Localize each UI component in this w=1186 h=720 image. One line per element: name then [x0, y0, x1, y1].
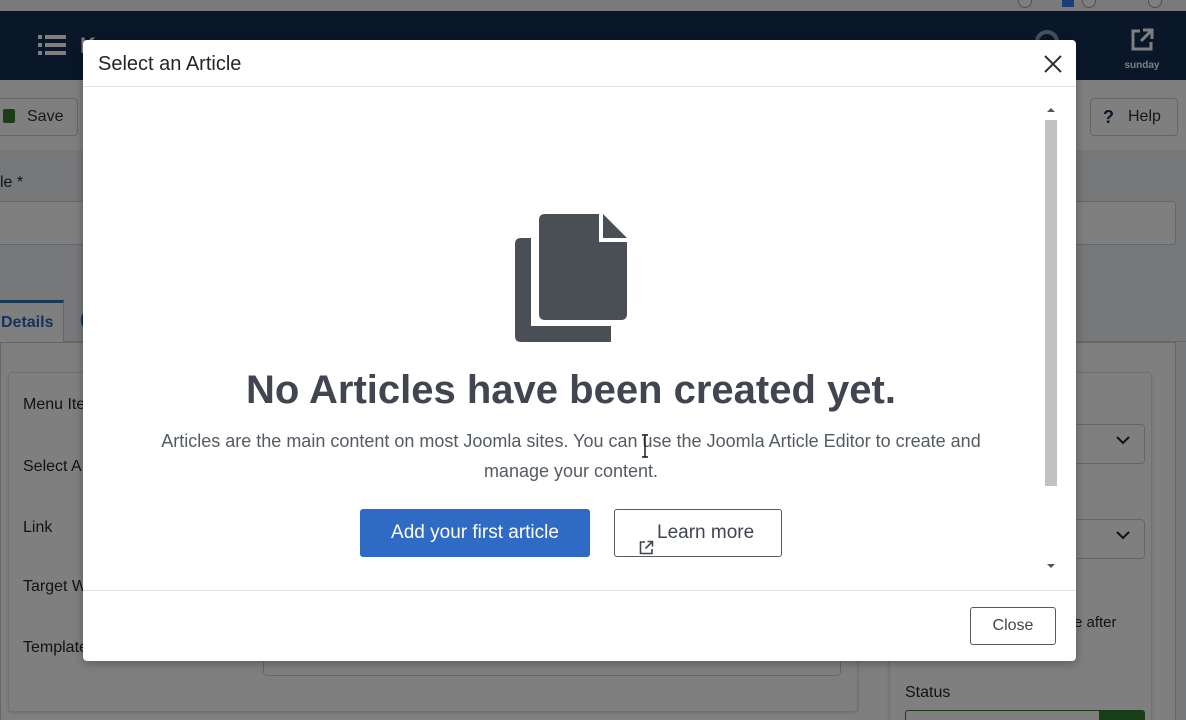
add-first-article-button[interactable]: Add your first article — [360, 509, 590, 557]
close-icon[interactable] — [1041, 52, 1065, 76]
modal-header: Select an Article — [83, 40, 1076, 87]
text-cursor-icon — [642, 434, 648, 458]
learn-more-button[interactable]: Learn more — [614, 509, 782, 557]
modal-body: No Articles have been created yet. Artic… — [83, 88, 1076, 590]
external-link-icon — [639, 527, 654, 573]
empty-state-description: Articles are the main content on most Jo… — [161, 431, 981, 481]
modal-footer: Close — [83, 590, 1076, 661]
scrollbar-thumb[interactable] — [1045, 120, 1057, 486]
modal-scrollbar[interactable] — [1043, 106, 1059, 572]
copy-documents-icon — [515, 214, 627, 347]
scroll-down-arrow-icon[interactable] — [1047, 564, 1055, 568]
select-article-modal: Select an Article No Articles have been … — [83, 40, 1076, 661]
empty-state-heading: No Articles have been created yet. — [246, 368, 896, 412]
learn-more-label: Learn more — [657, 522, 755, 543]
modal-title: Select an Article — [98, 53, 242, 75]
close-button[interactable]: Close — [970, 607, 1056, 645]
scroll-up-arrow-icon[interactable] — [1047, 108, 1055, 112]
